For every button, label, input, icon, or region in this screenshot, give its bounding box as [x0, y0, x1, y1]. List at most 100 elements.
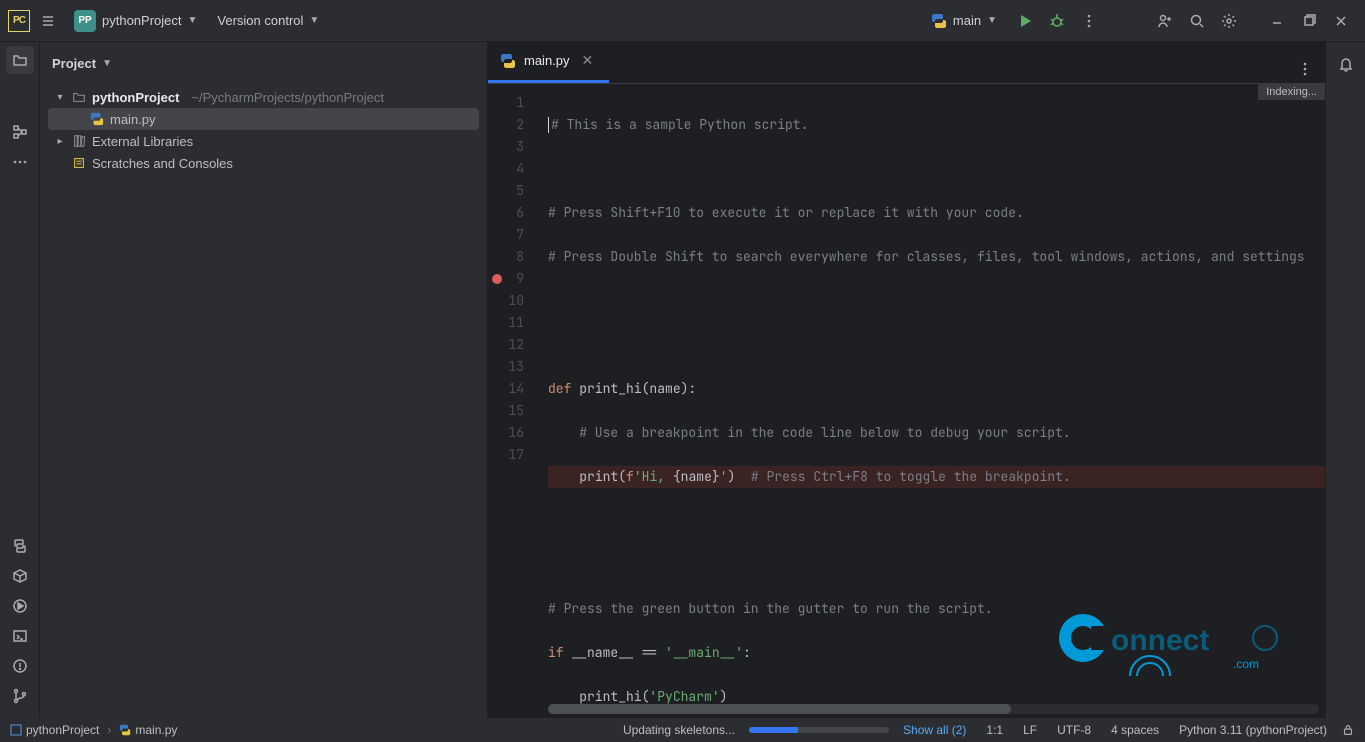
python-file-icon [500, 53, 516, 69]
line-number: 14 [488, 378, 548, 400]
kebab-icon [1297, 61, 1313, 77]
more-actions-button[interactable] [1075, 7, 1103, 35]
editor-tab-label: main.py [524, 53, 570, 68]
tree-project-root[interactable]: ▾ pythonProject ~/PycharmProjects/python… [48, 86, 479, 108]
line-number: 2 [488, 114, 548, 136]
line-number: 10 [488, 290, 548, 312]
python-console-button[interactable] [6, 532, 34, 560]
terminal-icon [12, 628, 28, 644]
services-button[interactable] [6, 592, 34, 620]
gear-icon [1221, 13, 1237, 29]
warning-icon [12, 658, 28, 674]
problems-button[interactable] [6, 652, 34, 680]
horizontal-scrollbar[interactable] [548, 704, 1319, 714]
chevron-right-icon: ▸ [54, 136, 66, 147]
notifications-button[interactable] [1332, 50, 1360, 78]
chevron-down-icon: ▼ [987, 15, 997, 26]
debug-button[interactable] [1043, 7, 1071, 35]
chevron-down-icon: ▼ [102, 58, 112, 69]
tree-file-label: main.py [110, 112, 156, 127]
scrollbar-thumb[interactable] [548, 704, 1011, 714]
code-with-me-button[interactable] [1151, 7, 1179, 35]
module-icon [10, 724, 22, 736]
breakpoint-icon[interactable] [492, 274, 502, 284]
left-tool-rail [0, 42, 40, 718]
structure-tool-button[interactable] [6, 118, 34, 146]
status-bar: pythonProject › main.py Updating skeleto… [0, 718, 1365, 742]
person-plus-icon [1157, 13, 1173, 29]
project-tool-header[interactable]: Project ▼ [40, 42, 487, 84]
folder-icon [72, 90, 86, 104]
interpreter-label[interactable]: Python 3.11 (pythonProject) [1173, 723, 1333, 737]
maximize-button[interactable] [1295, 7, 1323, 35]
tree-root-path: ~/PycharmProjects/pythonProject [185, 90, 384, 105]
run-configuration-selector[interactable]: main ▼ [921, 9, 1007, 33]
tree-file-main[interactable]: main.py [48, 108, 479, 130]
breadcrumb-file-label: main.py [135, 723, 177, 737]
project-badge: PP [74, 10, 96, 32]
progress-label: Updating skeletons... [617, 723, 741, 737]
indent-config[interactable]: 4 spaces [1105, 723, 1165, 737]
python-file-icon [90, 112, 104, 126]
line-number: 13 [488, 356, 548, 378]
progress-bar [749, 727, 889, 733]
search-everywhere-button[interactable] [1183, 7, 1211, 35]
line-number: 4 [488, 158, 548, 180]
line-number: 7 [488, 224, 548, 246]
maximize-icon [1301, 13, 1317, 29]
run-button[interactable] [1011, 7, 1039, 35]
line-gutter[interactable]: 1 2 3 4 5 6 7 8 9 10 11 12 13 14 15 16 1… [488, 84, 548, 718]
vcs-selector[interactable]: Version control ▼ [209, 9, 327, 32]
code-area[interactable]: # This is a sample Python script. # Pres… [548, 84, 1325, 718]
editor-more-button[interactable] [1285, 55, 1325, 83]
python-icon [12, 538, 28, 554]
file-encoding[interactable]: UTF-8 [1051, 723, 1097, 737]
app-logo: PC [8, 10, 30, 32]
breadcrumb-project[interactable]: pythonProject [10, 723, 99, 737]
terminal-button[interactable] [6, 622, 34, 650]
chevron-down-icon: ▼ [309, 15, 319, 26]
lock-icon[interactable] [1341, 723, 1355, 737]
right-tool-rail [1325, 42, 1365, 718]
line-separator[interactable]: LF [1017, 723, 1043, 737]
tree-scratches[interactable]: Scratches and Consoles [48, 152, 479, 174]
packages-button[interactable] [6, 562, 34, 590]
branch-icon [12, 688, 28, 704]
title-bar: PC PP pythonProject ▼ Version control ▼ … [0, 0, 1365, 42]
chevron-down-icon: ▾ [54, 92, 66, 103]
editor-tab-main[interactable]: main.py ✕ [488, 41, 609, 83]
show-all-processes-link[interactable]: Show all (2) [897, 723, 972, 737]
kebab-icon [1081, 13, 1097, 29]
vcs-button[interactable] [6, 682, 34, 710]
project-tool-window: Project ▼ ▾ pythonProject ~/PycharmProje… [40, 42, 488, 718]
minimize-icon [1269, 13, 1285, 29]
project-name-label: pythonProject [102, 13, 182, 28]
project-tool-button[interactable] [6, 46, 34, 74]
tree-root-label: pythonProject [92, 90, 179, 105]
breadcrumb-file[interactable]: main.py [119, 723, 177, 737]
bug-icon [1049, 13, 1065, 29]
line-number: 6 [488, 202, 548, 224]
breadcrumb-project-label: pythonProject [26, 723, 99, 737]
indexing-badge: Indexing... [1258, 84, 1325, 100]
close-icon [1333, 13, 1349, 29]
editor-body[interactable]: 1 2 3 4 5 6 7 8 9 10 11 12 13 14 15 16 1… [488, 84, 1325, 718]
more-tools-button[interactable] [6, 148, 34, 176]
search-icon [1189, 13, 1205, 29]
chevron-down-icon: ▼ [188, 15, 198, 26]
close-window-button[interactable] [1327, 7, 1355, 35]
caret-position[interactable]: 1:1 [980, 723, 1009, 737]
python-file-icon [119, 724, 131, 736]
library-icon [72, 134, 86, 148]
vcs-label: Version control [217, 13, 303, 28]
close-tab-button[interactable]: ✕ [578, 50, 598, 71]
project-selector[interactable]: PP pythonProject ▼ [66, 6, 205, 36]
project-tree[interactable]: ▾ pythonProject ~/PycharmProjects/python… [40, 84, 487, 176]
tree-external-libraries[interactable]: ▸ External Libraries [48, 130, 479, 152]
line-number: 3 [488, 136, 548, 158]
main-menu-button[interactable] [34, 7, 62, 35]
structure-icon [12, 124, 28, 140]
settings-button[interactable] [1215, 7, 1243, 35]
minimize-button[interactable] [1263, 7, 1291, 35]
bell-icon [1338, 56, 1354, 72]
